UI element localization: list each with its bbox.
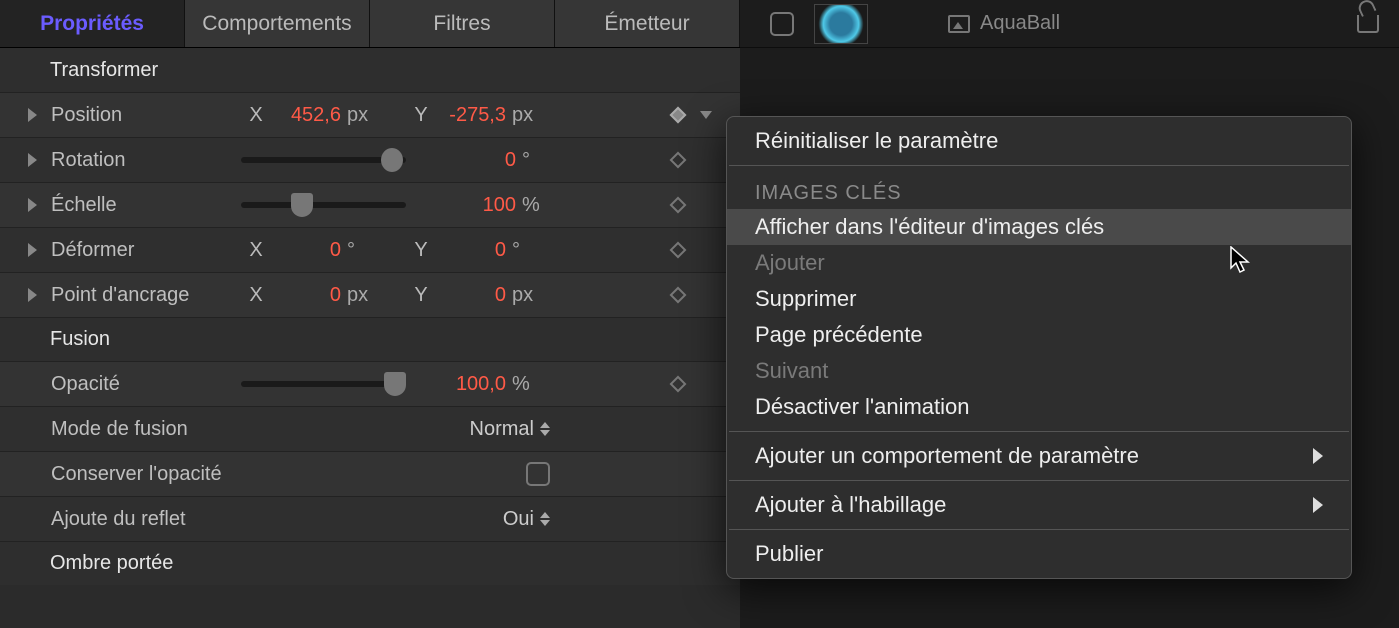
layer-name[interactable]: AquaBall [948, 12, 1060, 35]
y-label: Y [406, 104, 436, 127]
row-preserve-opacity[interactable]: Conserver l'opacité [0, 451, 740, 496]
menu-publish[interactable]: Publier [727, 536, 1351, 572]
position-y-value[interactable]: -275,3 [436, 104, 506, 127]
row-opacity[interactable]: Opacité 100,0 % [0, 361, 740, 406]
keyframe-diamond-icon[interactable] [670, 152, 687, 169]
anchor-label: Point d'ancrage [51, 284, 241, 307]
keyframe-diamond-icon[interactable] [670, 107, 687, 124]
y-label: Y [406, 239, 436, 262]
keyframe-diamond-icon[interactable] [670, 242, 687, 259]
rotation-slider[interactable] [241, 157, 406, 163]
updown-arrows-icon [540, 512, 550, 526]
layer-thumbnail[interactable] [814, 4, 868, 44]
section-transform[interactable]: Transformer [0, 48, 740, 92]
submenu-arrow-icon [1313, 497, 1323, 513]
preserve-checkbox[interactable] [526, 462, 550, 486]
position-label: Position [51, 104, 241, 127]
menu-add-parameter-behavior[interactable]: Ajouter un comportement de paramètre [727, 438, 1351, 474]
menu-next-keyframe: Suivant [727, 353, 1351, 389]
scale-label: Échelle [51, 194, 241, 217]
section-dropshadow[interactable]: Ombre portée [0, 541, 740, 585]
disclosure-icon[interactable] [28, 198, 37, 212]
preserve-label: Conserver l'opacité [51, 463, 351, 486]
anchor-y-value[interactable]: 0 [436, 284, 506, 307]
shear-y-unit: ° [506, 239, 542, 262]
disclosure-icon[interactable] [28, 288, 37, 302]
menu-disable-animation[interactable]: Désactiver l'animation [727, 389, 1351, 425]
blendmode-value: Normal [470, 418, 534, 441]
x-label: X [241, 239, 271, 262]
anchor-x-value[interactable]: 0 [271, 284, 341, 307]
row-scale[interactable]: Échelle 100 % [0, 182, 740, 227]
updown-arrows-icon [540, 422, 550, 436]
row-blendmode[interactable]: Mode de fusion Normal [0, 406, 740, 451]
row-shear[interactable]: Déformer X 0 ° Y 0 ° [0, 227, 740, 272]
rotation-value[interactable]: 0 [406, 149, 516, 172]
shear-x-unit: ° [341, 239, 377, 262]
disclosure-icon[interactable] [28, 153, 37, 167]
menu-add-to-rig[interactable]: Ajouter à l'habillage [727, 487, 1351, 523]
layer-visible-checkbox[interactable] [770, 12, 794, 36]
opacity-slider[interactable] [241, 381, 406, 387]
menu-separator [729, 431, 1349, 432]
menu-previous-keyframe[interactable]: Page précédente [727, 317, 1351, 353]
menu-keyframes-header: IMAGES CLÉS [727, 172, 1351, 209]
row-anchor[interactable]: Point d'ancrage X 0 px Y 0 px [0, 272, 740, 317]
menu-separator [729, 529, 1349, 530]
position-x-value[interactable]: 452,6 [271, 104, 341, 127]
row-rotation[interactable]: Rotation 0 ° [0, 137, 740, 182]
shear-x-value[interactable]: 0 [271, 239, 341, 262]
blendmode-label: Mode de fusion [51, 418, 241, 441]
menu-reset-parameter[interactable]: Réinitialiser le paramètre [727, 123, 1351, 159]
reflection-popup[interactable]: Oui [503, 508, 550, 531]
disclosure-icon[interactable] [28, 243, 37, 257]
shear-y-value[interactable]: 0 [436, 239, 506, 262]
row-reflection[interactable]: Ajoute du reflet Oui [0, 496, 740, 541]
tab-properties[interactable]: Propriétés [0, 0, 185, 47]
scale-unit: % [516, 194, 552, 217]
tab-behaviors[interactable]: Comportements [185, 0, 370, 47]
inspector-tabs: Propriétés Comportements Filtres Émetteu… [0, 0, 740, 48]
animation-context-menu: Réinitialiser le paramètre IMAGES CLÉS A… [726, 116, 1352, 579]
x-label: X [241, 104, 271, 127]
blendmode-popup[interactable]: Normal [470, 418, 550, 441]
keyframe-diamond-icon[interactable] [670, 197, 687, 214]
menu-delete-keyframe[interactable]: Supprimer [727, 281, 1351, 317]
layer-header: AquaBall [740, 0, 1399, 48]
chevron-down-icon[interactable] [700, 111, 712, 119]
shear-label: Déformer [51, 239, 241, 262]
row-position[interactable]: Position X 452,6 px Y -275,3 px [0, 92, 740, 137]
anchor-x-unit: px [341, 284, 377, 307]
keyframe-diamond-icon[interactable] [670, 287, 687, 304]
menu-separator [729, 165, 1349, 166]
keyframe-diamond-icon[interactable] [670, 376, 687, 393]
section-blend[interactable]: Fusion [0, 317, 740, 361]
menu-add-keyframe: Ajouter [727, 245, 1351, 281]
scale-value[interactable]: 100 [406, 194, 516, 217]
submenu-arrow-icon [1313, 448, 1323, 464]
scale-slider[interactable] [241, 202, 406, 208]
y-label: Y [406, 284, 436, 307]
reflection-label: Ajoute du reflet [51, 508, 241, 531]
rotation-label: Rotation [51, 149, 241, 172]
menu-show-in-keyframe-editor[interactable]: Afficher dans l'éditeur d'images clés [727, 209, 1351, 245]
rotation-unit: ° [516, 149, 552, 172]
menu-separator [729, 480, 1349, 481]
position-x-unit: px [341, 104, 377, 127]
anchor-y-unit: px [506, 284, 542, 307]
image-icon [948, 15, 970, 33]
position-y-unit: px [506, 104, 542, 127]
tab-emitter[interactable]: Émetteur [555, 0, 740, 47]
opacity-unit: % [506, 373, 542, 396]
disclosure-icon[interactable] [28, 108, 37, 122]
lock-icon[interactable] [1357, 15, 1379, 33]
x-label: X [241, 284, 271, 307]
reflection-value: Oui [503, 508, 534, 531]
tab-filters[interactable]: Filtres [370, 0, 555, 47]
inspector-panel: Propriétés Comportements Filtres Émetteu… [0, 0, 740, 628]
opacity-label: Opacité [51, 373, 241, 396]
opacity-value[interactable]: 100,0 [406, 373, 506, 396]
